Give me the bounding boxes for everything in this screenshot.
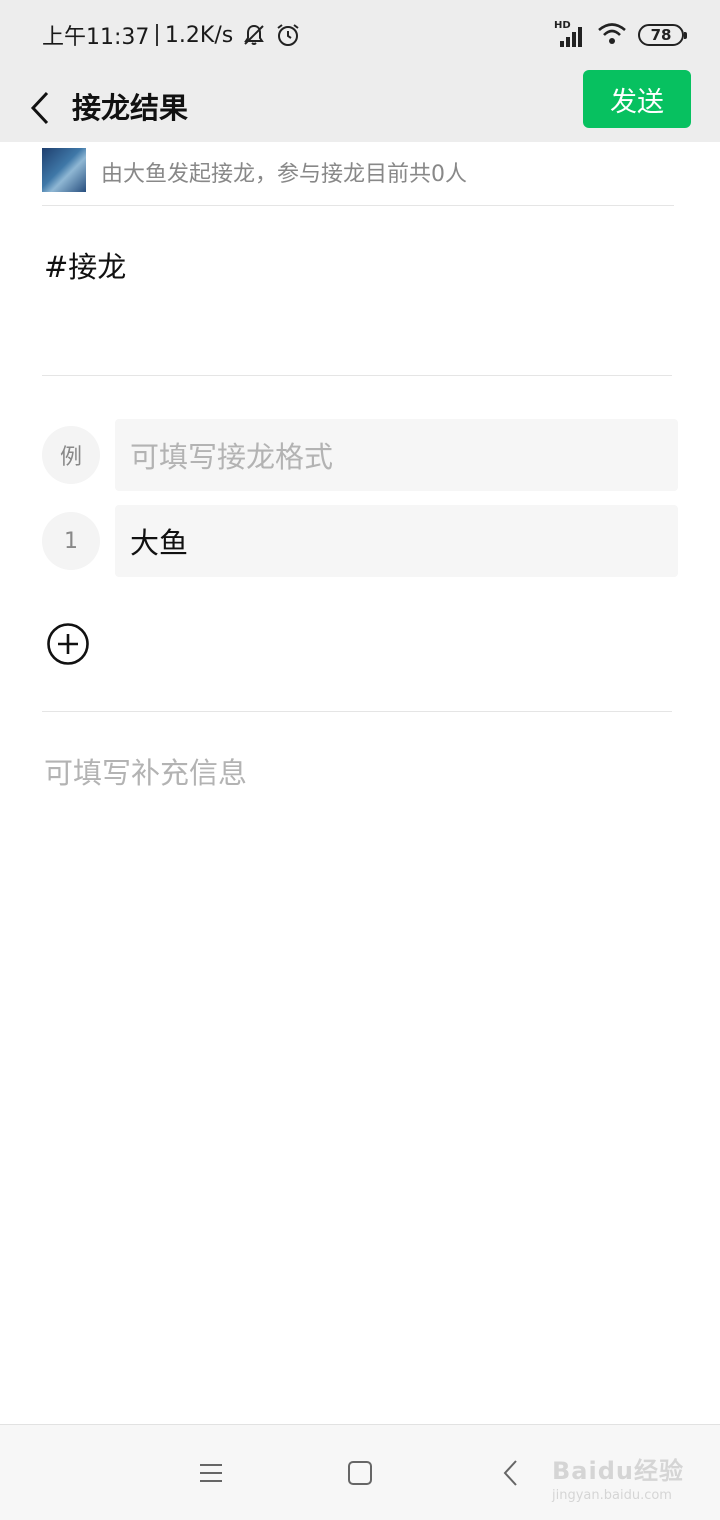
- divider: [42, 711, 672, 712]
- wifi-icon: [596, 20, 628, 50]
- avatar[interactable]: [42, 148, 86, 192]
- page-title: 接龙结果: [72, 91, 189, 125]
- status-bar: 上午11:37 1.2K/s HD 78: [0, 0, 720, 70]
- example-badge: 例: [42, 426, 100, 484]
- network-speed: 1.2K/s: [164, 22, 234, 48]
- divider: [42, 375, 672, 376]
- system-navigation-bar: Baidu经验 jingyan.baidu.com: [0, 1424, 720, 1520]
- plus-circle-icon: [47, 623, 89, 665]
- baidu-watermark: Baidu经验 jingyan.baidu.com: [552, 1451, 712, 1503]
- entry-number-badge: 1: [42, 512, 100, 570]
- format-input[interactable]: 可填写接龙格式: [115, 419, 678, 491]
- add-entry-button[interactable]: [46, 622, 90, 666]
- alarm-clock-icon: [275, 22, 301, 48]
- entry-input[interactable]: 大鱼: [115, 505, 678, 577]
- topic-text[interactable]: #接龙: [44, 244, 126, 286]
- chevron-left-icon: [30, 91, 49, 125]
- status-time: 上午11:37: [42, 25, 150, 50]
- initiator-info-text: 由大鱼发起接龙，参与接龙目前共0人: [101, 162, 467, 187]
- home-button[interactable]: [342, 1455, 378, 1491]
- bell-muted-icon: [241, 22, 267, 48]
- menu-icon: [200, 1464, 222, 1482]
- status-left: 上午11:37 1.2K/s: [42, 20, 301, 50]
- menu-button[interactable]: [193, 1455, 229, 1491]
- status-right: HD 78: [554, 20, 687, 50]
- battery-level: 78: [650, 26, 672, 44]
- battery-icon: 78: [638, 24, 687, 46]
- navigation-bar: 接龙结果 发送: [0, 70, 720, 142]
- example-entry-row: 例 可填写接龙格式: [42, 419, 678, 491]
- send-button[interactable]: 发送: [583, 70, 691, 128]
- system-back-button[interactable]: [493, 1455, 529, 1491]
- back-button[interactable]: [20, 80, 60, 136]
- entry-row: 1 大鱼: [42, 505, 678, 577]
- hd-signal-icon: HD: [554, 20, 586, 48]
- extra-info-input[interactable]: 可填写补充信息: [44, 750, 247, 792]
- initiator-info: 由大鱼发起接龙，参与接龙目前共0人: [42, 146, 674, 206]
- watermark-sub: jingyan.baidu.com: [552, 1488, 672, 1503]
- home-square-icon: [348, 1461, 372, 1485]
- status-separator: [156, 24, 158, 46]
- watermark-main: Baidu经验: [552, 1457, 684, 1485]
- back-arrow-icon: [503, 1460, 517, 1486]
